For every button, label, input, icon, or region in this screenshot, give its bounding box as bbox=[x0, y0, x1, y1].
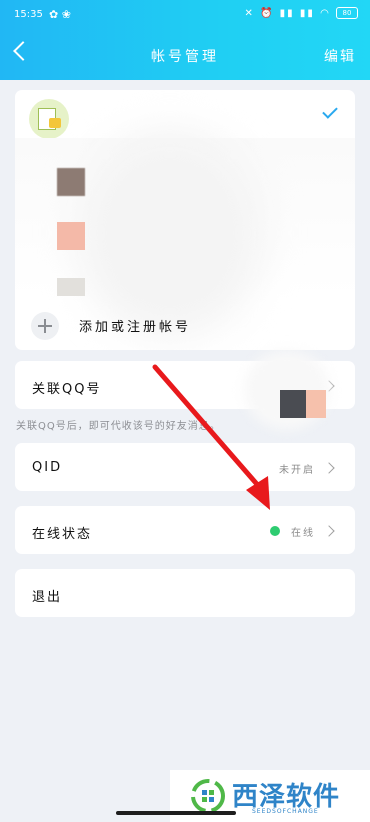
watermark-subtitle: SEEDSOFCHANGE bbox=[252, 808, 319, 815]
watermark-logo-icon bbox=[191, 779, 225, 813]
red-arrow-annotation bbox=[152, 364, 270, 510]
home-indicator[interactable] bbox=[116, 811, 236, 815]
